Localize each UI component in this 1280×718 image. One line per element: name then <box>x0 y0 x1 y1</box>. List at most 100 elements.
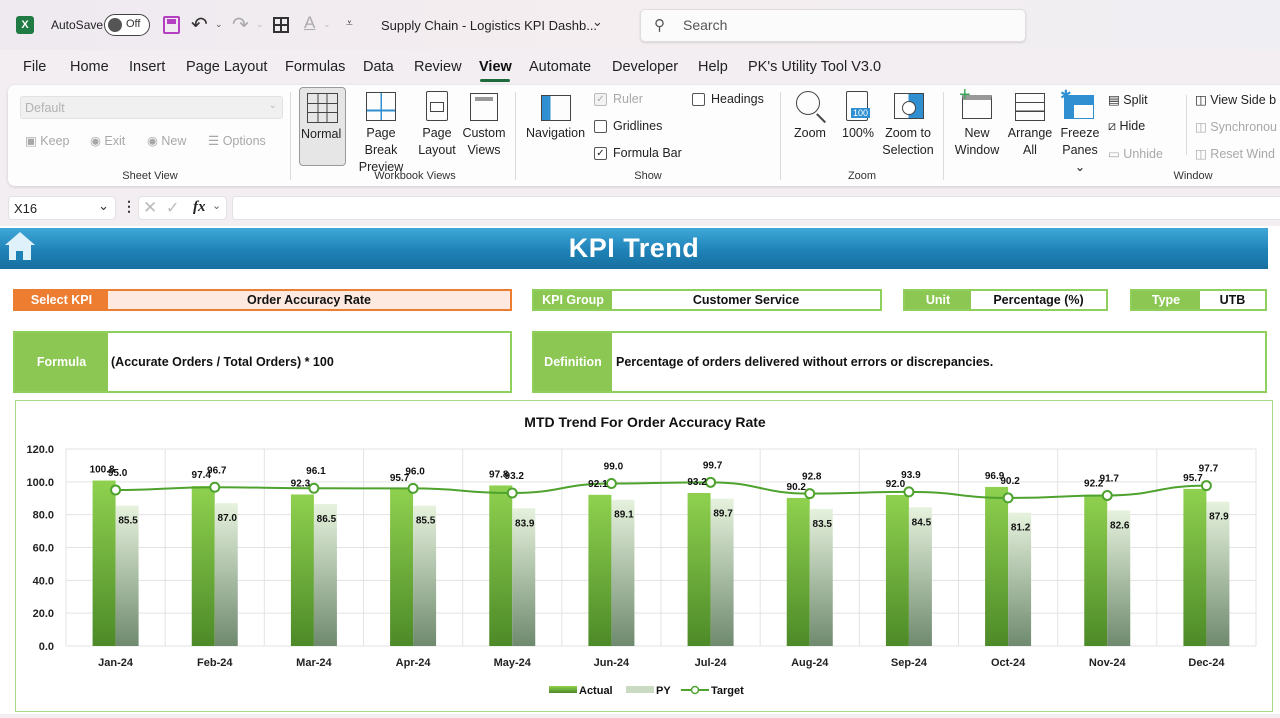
font-color-dropdown-icon: ⌄ <box>323 19 331 29</box>
bar-actual <box>885 494 909 646</box>
tab-automate[interactable]: Automate <box>529 59 591 75</box>
redo-icon: ↷ <box>232 14 249 36</box>
autosave-toggle[interactable]: Off <box>104 14 150 36</box>
tab-view[interactable]: View <box>479 59 512 75</box>
gridlines-checkbox[interactable]: Gridlines <box>594 119 662 134</box>
zoom-button[interactable]: Zoom <box>790 87 832 166</box>
data-label-py: 89.1 <box>614 510 634 521</box>
exit-button: ◉ Exit <box>90 133 125 148</box>
dashboard-banner: KPI Trend <box>0 228 1268 269</box>
zoom-100-label: 100% <box>842 126 874 140</box>
zoom-to-selection-button[interactable]: Zoom to Selection <box>880 87 936 166</box>
custom-views-button[interactable]: Custom Views <box>460 87 508 166</box>
group-label-workbook-views: Workbook Views <box>374 170 456 182</box>
definition-label: Definition <box>534 333 612 391</box>
arrange-all-button[interactable]: Arrange All <box>1004 87 1056 166</box>
tab-formulas[interactable]: Formulas <box>285 59 345 75</box>
zoom-100-button[interactable]: 100 100% <box>838 87 878 166</box>
target-marker <box>1101 489 1113 501</box>
legend-swatch-actual <box>549 686 577 693</box>
y-tick-label: 0.0 <box>39 641 54 653</box>
chart-area[interactable]: MTD Trend For Order Accuracy Rate 0.0 20.… <box>15 400 1273 712</box>
undo-dropdown-icon[interactable]: ⌄ <box>215 19 223 30</box>
document-title[interactable]: Supply Chain - Logistics KPI Dashb... <box>381 18 597 33</box>
home-icon[interactable] <box>3 232 37 264</box>
save-icon[interactable] <box>163 16 180 34</box>
formula-bar-checkbox[interactable]: ✓ Formula Bar <box>594 146 682 161</box>
zoom-label: Zoom <box>794 126 826 140</box>
y-tick-label: 40.0 <box>33 575 54 587</box>
sheet-view-dropdown: Default ⌄ <box>20 96 283 119</box>
bar-actual <box>1084 494 1108 646</box>
name-box[interactable]: X16 ⌄ <box>8 196 116 220</box>
data-label-actual: 90.2 <box>787 482 807 493</box>
tab-insert[interactable]: Insert <box>129 59 165 75</box>
tab-developer[interactable]: Developer <box>612 59 678 75</box>
tab-page-layout[interactable]: Page Layout <box>186 59 267 75</box>
group-separator <box>943 92 944 180</box>
freeze-panes-label: Freeze Panes ⌄ <box>1060 126 1100 174</box>
borders-icon[interactable] <box>273 17 289 33</box>
checkbox-empty-icon <box>692 93 705 107</box>
x-tick-label: May-24 <box>494 657 532 669</box>
x-tick-label: Aug-24 <box>791 657 829 669</box>
eye-new-icon: ◉ <box>147 134 158 148</box>
data-label-target: 96.7 <box>207 465 227 476</box>
split-label: Split <box>1123 93 1148 107</box>
more-options-icon[interactable]: ⋮ <box>122 198 136 215</box>
view-side-by-side-button[interactable]: ◫ View Side b <box>1195 92 1276 107</box>
navigation-button[interactable]: Navigation <box>524 87 588 166</box>
keep-button: ▣ Keep <box>25 133 70 148</box>
confirm-icon: ✓ <box>166 200 180 217</box>
x-tick-label: Feb-24 <box>197 657 233 669</box>
split-button[interactable]: ▤ Split <box>1108 92 1148 107</box>
formula-input[interactable] <box>232 196 1280 220</box>
select-kpi-field[interactable]: Select KPI Order Accuracy Rate <box>13 289 512 311</box>
chart-legend: Actual PY Target <box>549 685 744 697</box>
x-tick-label: Jul-24 <box>695 657 728 669</box>
data-label-py: 83.5 <box>813 519 833 530</box>
cancel-icon: ✕ <box>143 198 158 217</box>
title-dropdown-icon[interactable]: ⌄ <box>592 14 603 30</box>
new-window-button[interactable]: + New Window <box>950 84 1004 166</box>
data-label-py: 81.2 <box>1011 523 1031 534</box>
unhide-button: ▭ Unhide <box>1108 146 1163 161</box>
chevron-down-icon[interactable]: ⌄ <box>212 199 221 212</box>
normal-label: Normal <box>301 127 342 141</box>
search-box[interactable]: ⚲ Search <box>640 9 1026 42</box>
formula-label: Formula <box>15 333 108 391</box>
hide-button[interactable]: ⧄ Hide <box>1108 119 1145 134</box>
tab-data[interactable]: Data <box>363 59 394 75</box>
bar-actual <box>390 488 414 646</box>
redo-dropdown-icon: ⌄ <box>256 19 264 29</box>
tab-file[interactable]: File <box>23 59 46 75</box>
tab-help[interactable]: Help <box>698 59 728 75</box>
freeze-panes-button[interactable]: ✱ Freeze Panes ⌄ <box>1056 87 1104 174</box>
page-layout-button[interactable]: Page Layout <box>416 87 458 166</box>
page-break-preview-button[interactable]: Page Break Preview <box>349 87 413 174</box>
select-kpi-value[interactable]: Order Accuracy Rate <box>108 291 510 309</box>
options-button: ☰ Options <box>208 133 266 148</box>
customize-toolbar-icon[interactable]: ⩡ <box>346 16 353 31</box>
data-label-actual: 92.3 <box>291 478 311 489</box>
group-label-sheet-view: Sheet View <box>122 170 178 182</box>
tab-pk-utility[interactable]: PK's Utility Tool V3.0 <box>748 59 881 75</box>
keep-icon: ▣ <box>25 134 37 148</box>
zoom-to-selection-label: Zoom to Selection <box>882 126 934 157</box>
bar-actual <box>92 480 116 646</box>
x-tick-label: Dec-24 <box>1188 657 1225 669</box>
autosave-label: AutoSave <box>51 18 104 32</box>
insert-function-icon[interactable]: fx <box>193 199 206 216</box>
data-label-target: 92.8 <box>802 472 822 483</box>
data-label-py: 87.9 <box>1209 512 1229 523</box>
tab-home[interactable]: Home <box>70 59 109 75</box>
chevron-down-icon[interactable]: ⌄ <box>98 198 109 214</box>
tab-review[interactable]: Review <box>414 59 462 75</box>
undo-icon[interactable]: ↶ <box>191 12 208 37</box>
options-list-icon: ☰ <box>208 134 220 148</box>
data-label-py: 85.5 <box>118 516 138 527</box>
headings-checkbox[interactable]: Headings <box>692 92 764 107</box>
formula-bar-label: Formula Bar <box>613 146 682 160</box>
normal-view-button[interactable]: Normal <box>299 87 346 166</box>
view-side-icon: ◫ <box>1195 93 1207 107</box>
